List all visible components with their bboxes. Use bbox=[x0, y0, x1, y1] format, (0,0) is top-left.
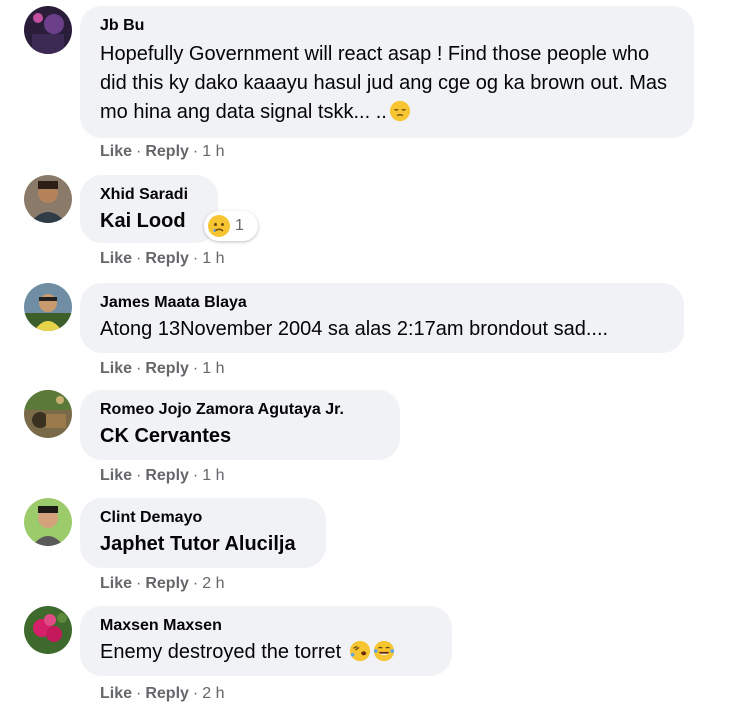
reply-button[interactable]: Reply bbox=[145, 360, 189, 377]
like-button[interactable]: Like bbox=[100, 575, 132, 592]
avatar-image bbox=[24, 283, 72, 331]
comment-bubble: Romeo Jojo Zamora Agutaya Jr. CK Cervant… bbox=[80, 390, 400, 460]
comment-bubble: Jb Bu Hopefully Government will react as… bbox=[80, 6, 694, 138]
avatar-image bbox=[24, 606, 72, 654]
avatar[interactable] bbox=[24, 6, 72, 54]
comment-author[interactable]: James Maata Blaya bbox=[100, 293, 664, 313]
avatar[interactable] bbox=[24, 606, 72, 654]
comment-actions: Like · Reply · 2 h bbox=[100, 684, 225, 704]
comment-text: Enemy destroyed the torret bbox=[100, 638, 432, 667]
like-button[interactable]: Like bbox=[100, 360, 132, 377]
separator: · bbox=[192, 250, 199, 267]
reply-button[interactable]: Reply bbox=[145, 143, 189, 160]
avatar-image bbox=[24, 6, 72, 54]
separator: · bbox=[192, 360, 199, 377]
reply-button[interactable]: Reply bbox=[145, 250, 189, 267]
comment-text: Japhet Tutor Alucilja bbox=[100, 533, 296, 555]
comment-actions: Like · Reply · 1 h bbox=[100, 249, 225, 269]
comment-time[interactable]: 1 h bbox=[202, 143, 224, 160]
comment-author[interactable]: Jb Bu bbox=[100, 16, 674, 36]
comment-author[interactable]: Romeo Jojo Zamora Agutaya Jr. bbox=[100, 400, 380, 420]
comment-text: Hopefully Government will react asap ! F… bbox=[100, 40, 674, 127]
comment-actions: Like · Reply · 1 h bbox=[100, 142, 225, 162]
comment-bubble: Xhid Saradi Kai Lood bbox=[80, 175, 218, 243]
comment-actions: Like · Reply · 1 h bbox=[100, 466, 225, 486]
comment-bubble: Maxsen Maxsen Enemy destroyed the torret bbox=[80, 606, 452, 676]
reply-button[interactable]: Reply bbox=[145, 467, 189, 484]
separator: · bbox=[192, 467, 199, 484]
avatar[interactable] bbox=[24, 498, 72, 546]
comment-actions: Like · Reply · 2 h bbox=[100, 574, 225, 594]
avatar-image bbox=[24, 498, 72, 546]
reaction-badge[interactable]: 1 bbox=[204, 211, 258, 241]
comment-bubble: Clint Demayo Japhet Tutor Alucilja bbox=[80, 498, 326, 568]
separator: · bbox=[136, 250, 142, 267]
comment-text-content: Enemy destroyed the torret bbox=[100, 641, 342, 663]
comment-actions: Like · Reply · 1 h bbox=[100, 359, 225, 379]
comment-text-content: Hopefully Government will react asap ! F… bbox=[100, 43, 668, 123]
reply-button[interactable]: Reply bbox=[145, 575, 189, 592]
comment-text: Atong 13November 2004 sa alas 2:17am bro… bbox=[100, 318, 609, 340]
avatar[interactable] bbox=[24, 175, 72, 223]
like-button[interactable]: Like bbox=[100, 250, 132, 267]
rolling-laughing-face-icon bbox=[349, 640, 370, 662]
comment-author[interactable]: Maxsen Maxsen bbox=[100, 616, 432, 636]
sad-face-icon bbox=[208, 215, 230, 237]
separator: · bbox=[192, 143, 199, 160]
avatar-image bbox=[24, 390, 72, 438]
pensive-face-icon bbox=[389, 100, 410, 122]
separator: · bbox=[192, 575, 199, 592]
reply-button[interactable]: Reply bbox=[145, 685, 189, 702]
separator: · bbox=[136, 467, 142, 484]
comment-time[interactable]: 1 h bbox=[202, 250, 224, 267]
separator: · bbox=[192, 685, 199, 702]
comment-text: CK Cervantes bbox=[100, 425, 232, 447]
separator: · bbox=[136, 143, 142, 160]
like-button[interactable]: Like bbox=[100, 143, 132, 160]
separator: · bbox=[136, 685, 142, 702]
comment-time[interactable]: 1 h bbox=[202, 467, 224, 484]
separator: · bbox=[136, 575, 142, 592]
comment-author[interactable]: Clint Demayo bbox=[100, 508, 306, 528]
avatar[interactable] bbox=[24, 283, 72, 331]
avatar-image bbox=[24, 175, 72, 223]
like-button[interactable]: Like bbox=[100, 685, 132, 702]
separator: · bbox=[136, 360, 142, 377]
like-button[interactable]: Like bbox=[100, 467, 132, 484]
tears-of-joy-face-icon bbox=[373, 640, 394, 662]
comment-time[interactable]: 2 h bbox=[202, 575, 224, 592]
avatar[interactable] bbox=[24, 390, 72, 438]
comment-text: Kai Lood bbox=[100, 210, 186, 232]
comment-time[interactable]: 2 h bbox=[202, 685, 224, 702]
reaction-count: 1 bbox=[235, 217, 244, 234]
comment-time[interactable]: 1 h bbox=[202, 360, 224, 377]
comment-bubble: James Maata Blaya Atong 13November 2004 … bbox=[80, 283, 684, 353]
comment-author[interactable]: Xhid Saradi bbox=[100, 185, 198, 205]
